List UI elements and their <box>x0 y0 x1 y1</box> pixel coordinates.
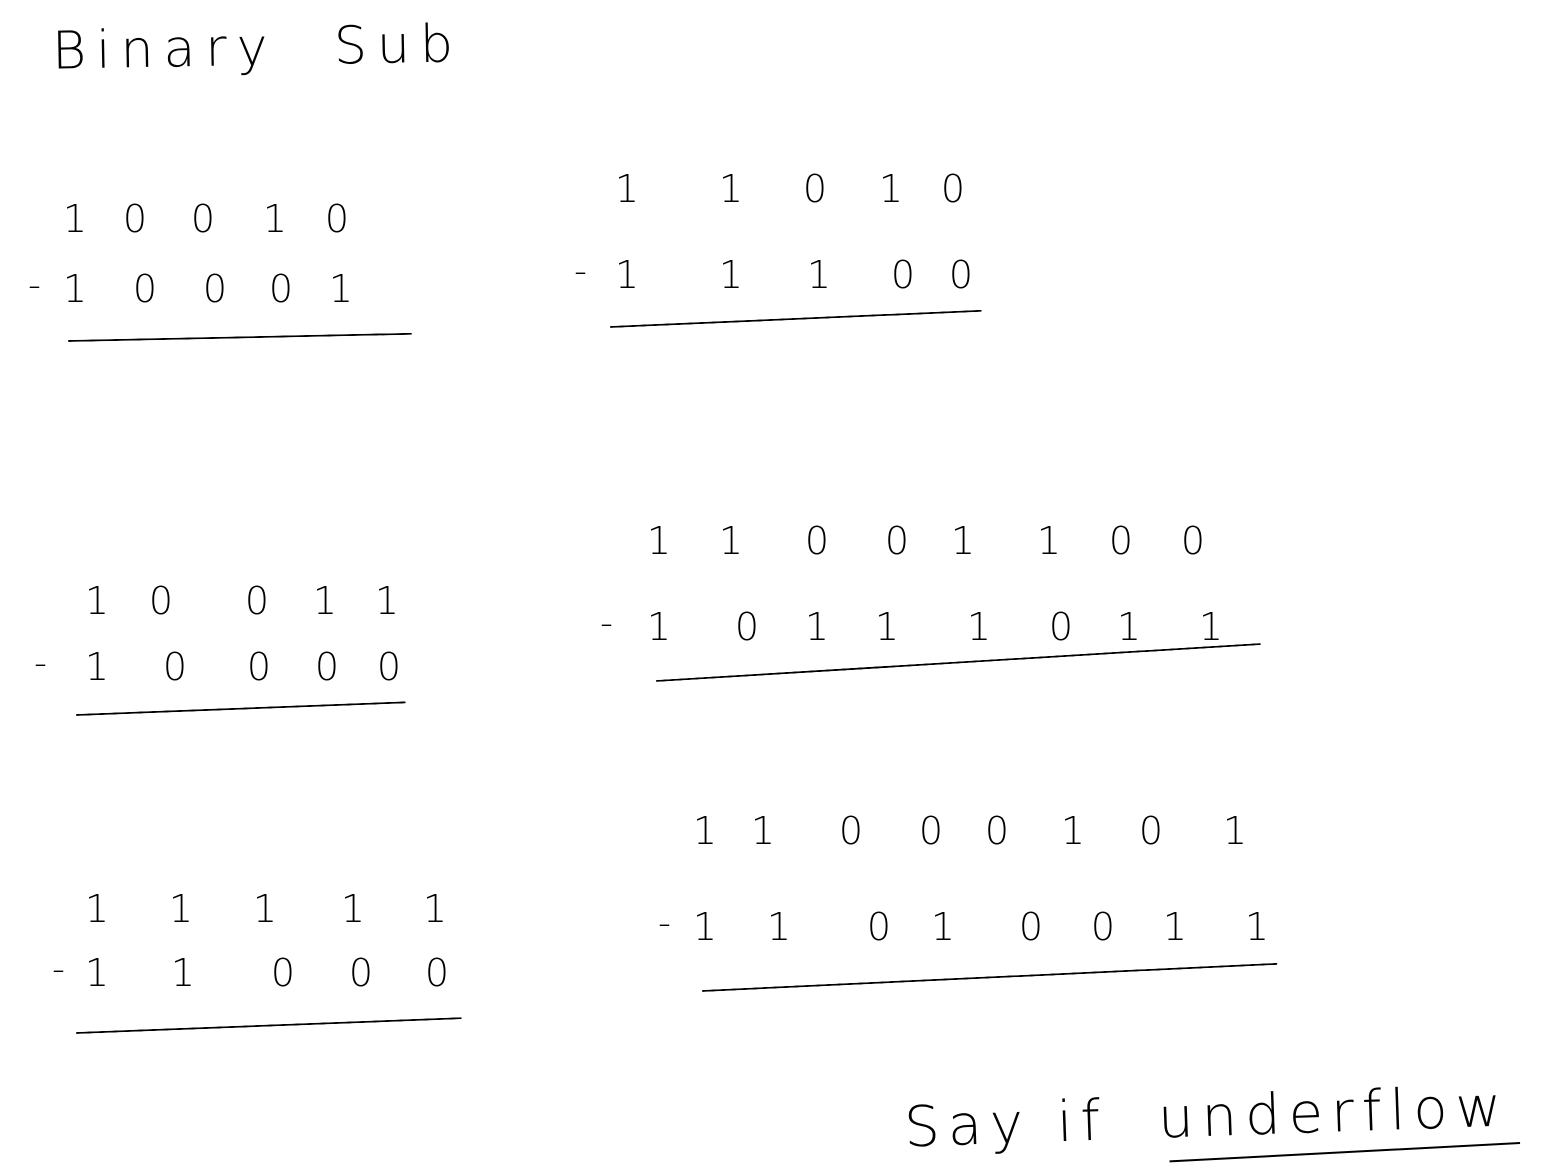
subtrahend-digit: 0 <box>1018 905 1044 949</box>
answer-line <box>701 962 1278 992</box>
answer-line <box>67 332 412 342</box>
minuend-digit: 0 <box>1138 809 1164 853</box>
minuend-digit: 1 <box>374 579 400 623</box>
minuend-digit: 1 <box>1060 809 1086 853</box>
subtrahend-digit: 1 <box>766 905 792 949</box>
subtrahend-digit: 0 <box>314 645 340 689</box>
subtrahend-digit: 1 <box>874 605 900 649</box>
minuend-digit: 0 <box>804 519 830 563</box>
subtrahend-digit: 1 <box>1198 605 1224 649</box>
minus-sign: - <box>600 603 613 644</box>
subtrahend-digit: 0 <box>376 645 402 689</box>
minuend-digit: 0 <box>1108 519 1134 563</box>
subtrahend-digit: 1 <box>1244 905 1270 949</box>
minuend-digit: 1 <box>422 887 448 931</box>
minuend-digit: 1 <box>1036 519 1062 563</box>
minuend-digit: 1 <box>692 809 718 853</box>
subtrahend-digit: 0 <box>268 267 294 311</box>
minuend-digit: 0 <box>1180 519 1206 563</box>
subtrahend-digit: 1 <box>614 253 640 297</box>
subtrahend-digit: 1 <box>804 605 830 649</box>
underflow-note: Say if underflow <box>903 1074 1510 1160</box>
minuend-digit: 1 <box>340 887 366 931</box>
subtrahend-digit: 0 <box>866 905 892 949</box>
subtrahend-digit: 1 <box>328 267 354 311</box>
minuend-digit: 1 <box>252 887 278 931</box>
minuend-digit: 1 <box>84 887 110 931</box>
answer-line <box>75 1017 462 1034</box>
minuend-digit: 0 <box>148 579 174 623</box>
minuend-digit: 1 <box>950 519 976 563</box>
subtrahend-digit: 0 <box>132 267 158 311</box>
subtrahend-digit: 0 <box>348 951 374 995</box>
subtrahend-digit: 0 <box>890 253 916 297</box>
minuend-digit: 1 <box>750 809 776 853</box>
minus-sign: - <box>52 949 65 990</box>
minuend-digit: 0 <box>324 197 350 241</box>
minuend-digit: 0 <box>984 809 1010 853</box>
subtrahend-digit: 0 <box>948 253 974 297</box>
minus-sign: - <box>28 265 41 306</box>
minuend-digit: 1 <box>878 167 904 211</box>
minuend-digit: 0 <box>884 519 910 563</box>
subtrahend-digit: 1 <box>966 605 992 649</box>
minuend-digit: 1 <box>312 579 338 623</box>
subtrahend-digit: 0 <box>246 645 272 689</box>
note-prefix: Say if <box>903 1088 1110 1161</box>
minuend-digit: 0 <box>918 809 944 853</box>
subtrahend-digit: 0 <box>734 605 760 649</box>
minus-sign: - <box>658 903 671 944</box>
subtrahend-digit: 1 <box>806 253 832 297</box>
subtrahend-digit: 1 <box>692 905 718 949</box>
minuend-digit: 0 <box>838 809 864 853</box>
minuend-digit: 0 <box>190 197 216 241</box>
subtrahend-digit: 0 <box>1090 905 1116 949</box>
page-title: Binary Sub <box>51 14 464 82</box>
subtrahend-digit: 1 <box>84 951 110 995</box>
minuend-digit: 1 <box>614 167 640 211</box>
minuend-digit: 1 <box>646 519 672 563</box>
subtrahend-digit: 1 <box>646 605 672 649</box>
minus-sign: - <box>34 643 47 684</box>
minuend-digit: 1 <box>718 167 744 211</box>
minuend-digit: 1 <box>1222 809 1248 853</box>
minuend-digit: 0 <box>244 579 270 623</box>
subtrahend-digit: 0 <box>424 951 450 995</box>
answer-line <box>609 309 982 328</box>
subtrahend-digit: 1 <box>1116 605 1142 649</box>
minuend-digit: 1 <box>62 197 88 241</box>
answer-line <box>75 701 406 716</box>
subtrahend-digit: 0 <box>202 267 228 311</box>
minuend-digit: 1 <box>168 887 194 931</box>
minuend-digit: 1 <box>718 519 744 563</box>
subtrahend-digit: 0 <box>162 645 188 689</box>
subtrahend-digit: 1 <box>930 905 956 949</box>
subtrahend-digit: 0 <box>270 951 296 995</box>
minuend-digit: 0 <box>802 167 828 211</box>
subtrahend-digit: 1 <box>1162 905 1188 949</box>
minuend-digit: 1 <box>262 197 288 241</box>
subtrahend-digit: 1 <box>84 645 110 689</box>
minuend-digit: 0 <box>940 167 966 211</box>
subtrahend-digit: 0 <box>1048 605 1074 649</box>
subtrahend-digit: 1 <box>170 951 196 995</box>
subtrahend-digit: 1 <box>62 267 88 311</box>
note-emphasis: underflow <box>1156 1074 1511 1152</box>
minus-sign: - <box>574 251 587 292</box>
subtrahend-digit: 1 <box>718 253 744 297</box>
minuend-digit: 1 <box>84 579 110 623</box>
minuend-digit: 0 <box>122 197 148 241</box>
